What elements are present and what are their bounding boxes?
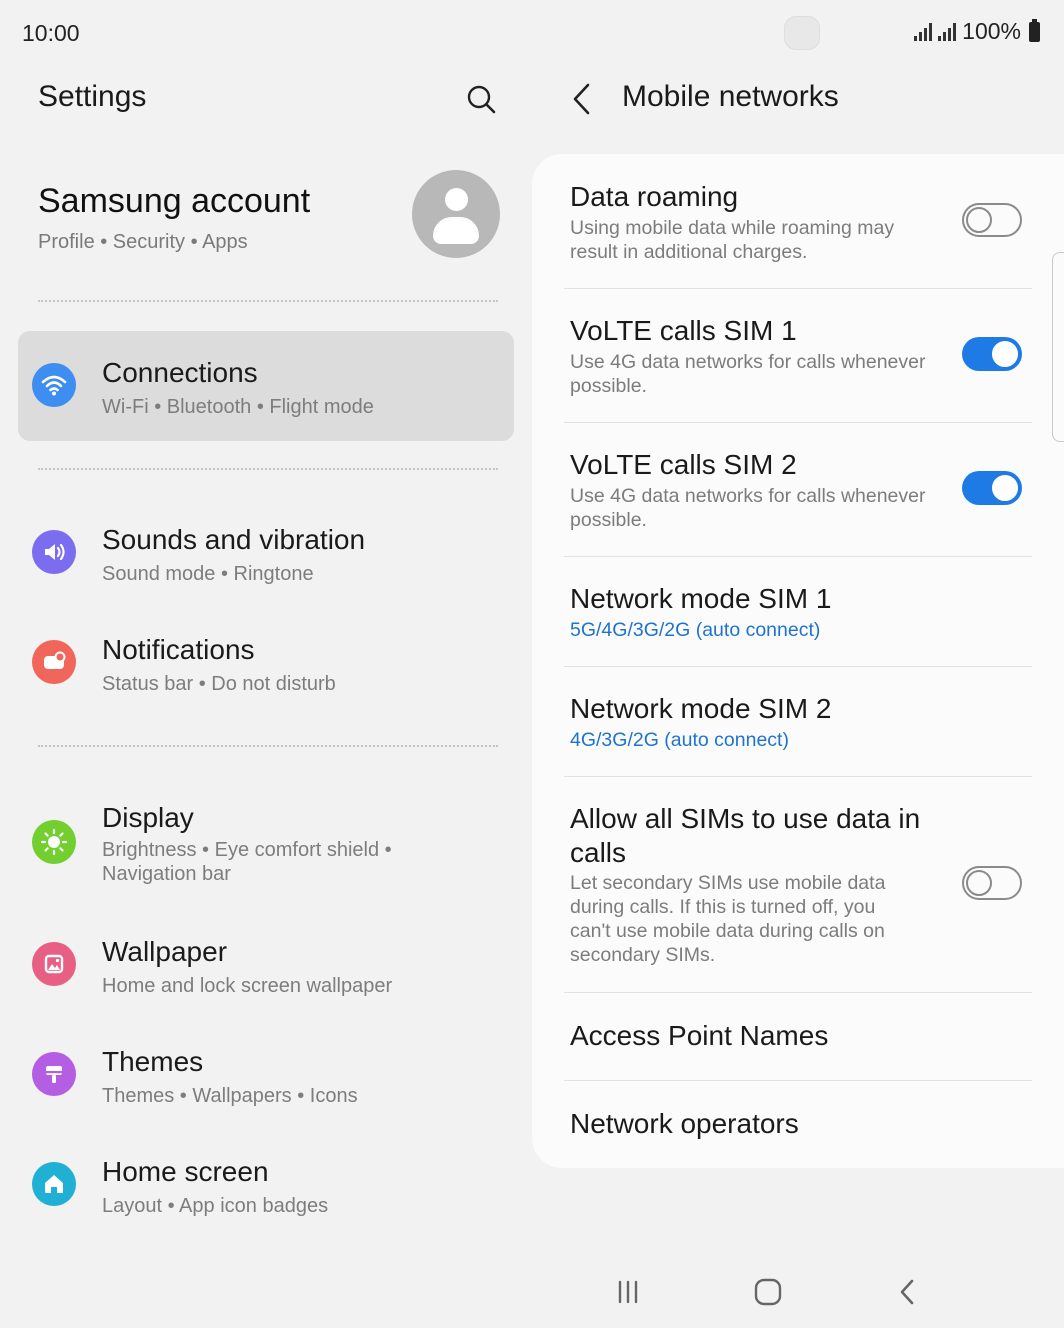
home-icon [32, 1162, 76, 1206]
wifi-icon [32, 363, 76, 407]
speaker-icon [32, 530, 76, 574]
setting-subtitle: Using mobile data while roaming may resu… [570, 217, 895, 263]
setting-value: 4G/3G/2G (auto connect) [570, 729, 789, 751]
setting-title: VoLTE calls SIM 1 [570, 315, 797, 346]
setting-title: VoLTE calls SIM 2 [570, 449, 797, 480]
setting-subtitle: Use 4G data networks for calls whenever … [570, 351, 926, 397]
menu-item-home-screen[interactable]: Home screen Layout • App icon badges [18, 1130, 514, 1240]
mobile-networks-header: Mobile networks [532, 66, 1064, 136]
setting-network-operators[interactable]: Network operators [532, 1081, 1064, 1168]
setting-volte-sim2[interactable]: VoLTE calls SIM 2 Use 4G data networks f… [532, 423, 1064, 556]
page-title: Mobile networks [622, 80, 839, 113]
account-subtitle: Profile • Security • Apps [38, 231, 248, 253]
menu-item-label: Notifications [102, 634, 255, 665]
volte-sim2-toggle[interactable] [962, 471, 1022, 505]
menu-item-label: Sounds and vibration [102, 524, 366, 555]
battery-icon [1029, 18, 1040, 42]
back-icon[interactable] [888, 1274, 928, 1310]
mobile-networks-list: Data roaming Using mobile data while roa… [532, 154, 1064, 1168]
setting-title: Allow all SIMs to use data in calls [570, 803, 921, 868]
setting-network-mode-sim1[interactable]: Network mode SIM 1 5G/4G/3G/2G (auto con… [532, 557, 1064, 666]
account-name: Samsung account [38, 182, 311, 220]
signal-sim1-icon [914, 22, 933, 41]
menu-item-wallpaper[interactable]: Wallpaper Home and lock screen wallpaper [18, 910, 514, 1020]
brightness-icon [32, 820, 76, 864]
back-arrow-icon[interactable] [568, 80, 598, 118]
setting-title: Access Point Names [570, 1020, 829, 1051]
home-button-icon[interactable] [748, 1274, 788, 1310]
setting-title: Data roaming [570, 181, 739, 212]
navigation-bar [532, 1256, 1064, 1328]
search-icon[interactable] [462, 80, 502, 120]
signal-sim2-icon [938, 22, 957, 41]
divider [38, 300, 498, 302]
menu-item-subtitle: Sound mode • Ringtone [102, 563, 314, 585]
wallpaper-icon [32, 942, 76, 986]
status-icons: 100% [914, 18, 1040, 45]
avatar-icon[interactable] [412, 170, 500, 258]
menu-item-label: Themes [102, 1046, 204, 1077]
setting-data-roaming[interactable]: Data roaming Using mobile data while roa… [532, 154, 1064, 288]
allow-all-sims-toggle[interactable] [962, 866, 1022, 900]
divider [38, 745, 498, 747]
setting-subtitle: Use 4G data networks for calls whenever … [570, 485, 926, 531]
notification-icon [32, 640, 76, 684]
menu-item-subtitle: Layout • App icon badges [102, 1195, 329, 1217]
volte-sim1-toggle[interactable] [962, 337, 1022, 371]
menu-item-subtitle: Themes • Wallpapers • Icons [102, 1085, 358, 1107]
menu-item-connections[interactable]: Connections Wi-Fi • Bluetooth • Flight m… [18, 331, 514, 441]
data-roaming-toggle[interactable] [962, 203, 1022, 237]
divider [38, 468, 498, 470]
page-title: Settings [38, 80, 147, 113]
menu-item-display[interactable]: Display Brightness • Eye comfort shield … [18, 776, 514, 900]
setting-subtitle: Let secondary SIMs use mobile data durin… [570, 872, 886, 966]
themes-icon [32, 1052, 76, 1096]
status-bar: 10:00 100% [0, 0, 1064, 66]
scrollbar[interactable] [1052, 252, 1064, 442]
setting-network-mode-sim2[interactable]: Network mode SIM 2 4G/3G/2G (auto connec… [532, 667, 1064, 776]
menu-item-subtitle: Home and lock screen wallpaper [102, 975, 393, 997]
menu-item-sounds[interactable]: Sounds and vibration Sound mode • Ringto… [18, 498, 514, 608]
front-camera [784, 16, 820, 50]
setting-title: Network operators [570, 1108, 799, 1139]
menu-item-themes[interactable]: Themes Themes • Wallpapers • Icons [18, 1020, 514, 1130]
samsung-account[interactable]: Samsung account Profile • Security • App… [38, 182, 310, 254]
menu-item-subtitle: Brightness • Eye comfort shield • Naviga… [102, 839, 392, 885]
setting-access-point-names[interactable]: Access Point Names [532, 993, 1064, 1080]
status-time: 10:00 [22, 20, 80, 46]
menu-item-label: Connections [102, 357, 258, 388]
battery-level: 100% [962, 18, 1021, 44]
setting-value: 5G/4G/3G/2G (auto connect) [570, 619, 821, 641]
menu-item-label: Display [102, 802, 194, 833]
setting-volte-sim1[interactable]: VoLTE calls SIM 1 Use 4G data networks f… [532, 289, 1064, 422]
menu-item-subtitle: Status bar • Do not disturb [102, 673, 336, 695]
recents-icon[interactable] [608, 1274, 648, 1310]
setting-title: Network mode SIM 1 [570, 583, 832, 614]
setting-allow-all-sims-data[interactable]: Allow all SIMs to use data in calls Let … [532, 777, 1064, 992]
settings-pane: Settings Samsung account Profile • Secur… [0, 66, 532, 1256]
setting-title: Network mode SIM 2 [570, 693, 832, 724]
menu-item-label: Home screen [102, 1156, 269, 1187]
menu-item-subtitle: Wi-Fi • Bluetooth • Flight mode [102, 396, 374, 418]
menu-item-notifications[interactable]: Notifications Status bar • Do not distur… [18, 608, 514, 718]
menu-item-label: Wallpaper [102, 936, 228, 967]
